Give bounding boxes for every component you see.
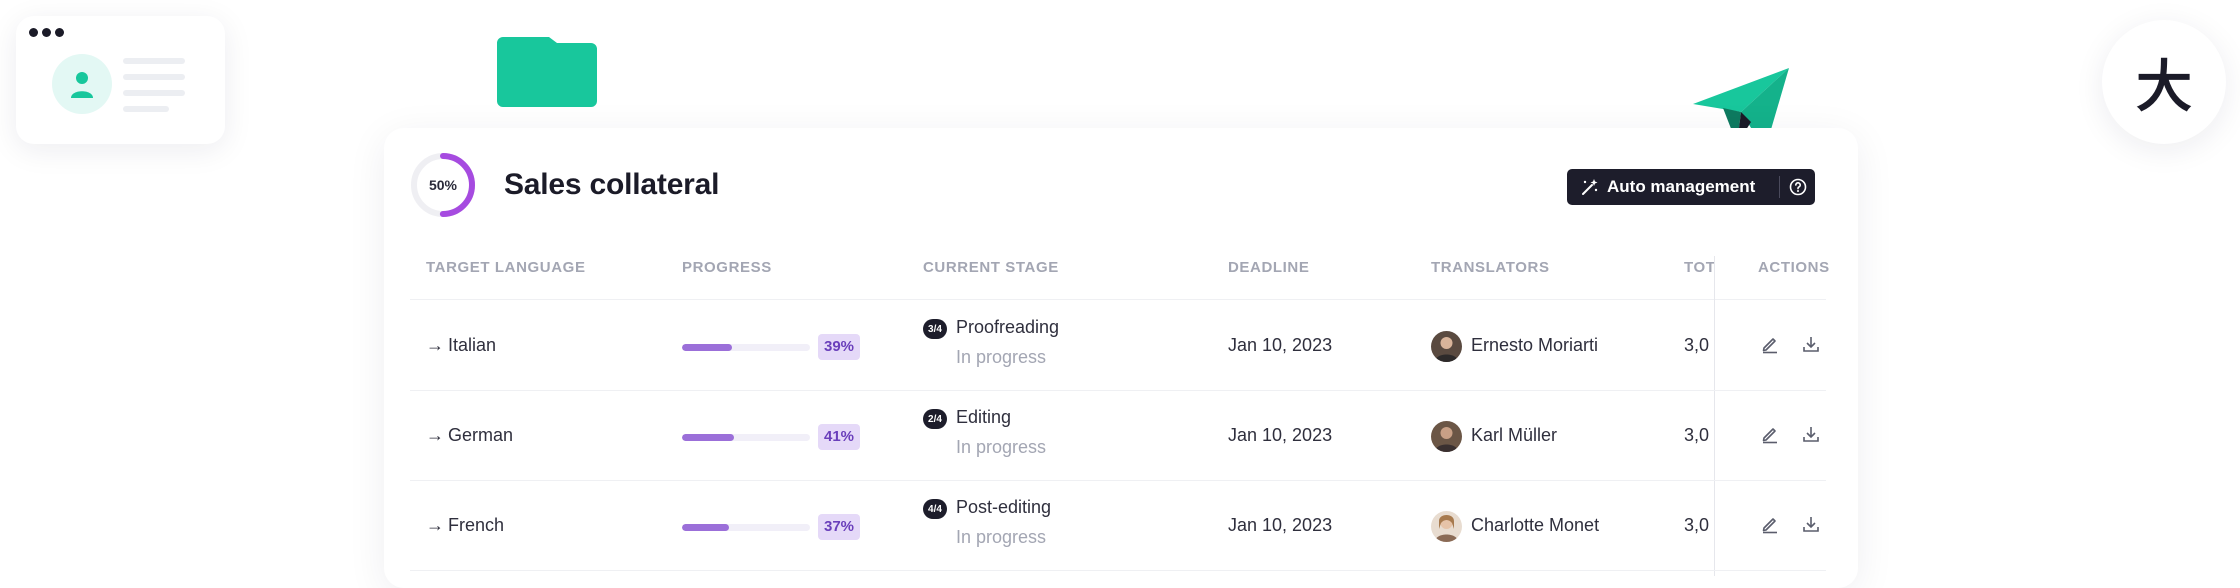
arrow-right-icon: → (426, 515, 444, 535)
user-icon (52, 54, 112, 114)
progress-bar-fill (682, 344, 732, 351)
folder-icon (495, 33, 599, 114)
button-separator (1779, 176, 1780, 198)
total-value: 3,0 (1684, 425, 1710, 445)
auto-management-label: Auto management (1607, 177, 1756, 196)
progress-percent: 50% (428, 177, 458, 193)
column-total[interactable]: TOT (1684, 258, 1730, 278)
column-current-stage[interactable]: CURRENT STAGE (923, 258, 1059, 278)
translator-name[interactable]: Karl Müller (1471, 425, 1557, 446)
target-language: → Italian (426, 335, 496, 356)
translator-name[interactable]: Charlotte Monet (1471, 515, 1599, 536)
stage-name: Proofreading (956, 317, 1060, 337)
project-panel: 50% Sales collateral Auto management TAR… (384, 128, 1858, 588)
progress-badge: 41% (818, 424, 861, 450)
stage-step-badge: 4/4 (923, 499, 947, 519)
stage-step-badge: 2/4 (923, 409, 947, 429)
translator-avatar (1431, 511, 1462, 542)
translator-name[interactable]: Ernesto Moriarti (1471, 335, 1598, 356)
column-actions: ACTIONS (1758, 259, 1830, 276)
arrow-right-icon: → (426, 425, 444, 445)
language-kanji-badge: 大 (2102, 20, 2226, 144)
progress-bar-fill (682, 434, 735, 441)
progress-bar (682, 524, 810, 531)
arrow-right-icon: → (426, 335, 444, 355)
language-name: German (448, 425, 514, 445)
progress-bar (682, 344, 810, 351)
column-progress[interactable]: PROGRESS (682, 258, 772, 278)
column-translators[interactable]: TRANSLATORS (1431, 258, 1550, 278)
table-row[interactable]: → Italian 39% 3/4 Proofreading In progres… (410, 301, 1826, 391)
edit-icon[interactable] (1760, 334, 1780, 359)
text-lines-icon (123, 58, 185, 122)
progress-badge: 39% (818, 334, 861, 360)
table-row[interactable]: → German 41% 2/4 Editing In progress Jan … (410, 391, 1826, 481)
help-icon[interactable] (1789, 178, 1807, 196)
edit-icon[interactable] (1760, 424, 1780, 449)
column-deadline[interactable]: DEADLINE (1228, 258, 1309, 278)
translator-avatar (1431, 421, 1462, 452)
table-header: TARGET LANGUAGE PROGRESS CURRENT STAGE D… (410, 258, 1829, 300)
table-row[interactable]: → French 37% 4/4 Post-editing In progress… (410, 481, 1826, 571)
download-icon[interactable] (1801, 334, 1821, 359)
target-language: → French (426, 515, 504, 536)
auto-management-button[interactable]: Auto management (1567, 169, 1815, 205)
stage-status: In progress (956, 437, 1047, 457)
download-icon[interactable] (1801, 424, 1821, 449)
deadline: Jan 10, 2023 (1228, 425, 1333, 445)
stage-name: Post-editing (956, 497, 1052, 517)
total-value: 3,0 (1684, 515, 1710, 535)
progress-bar-fill (682, 524, 730, 531)
progress-badge: 37% (818, 514, 861, 540)
progress-bar (682, 434, 810, 441)
page-title: Sales collateral (504, 168, 720, 201)
language-name: Italian (448, 335, 497, 355)
total-value: 3,0 (1684, 335, 1710, 355)
column-target-language[interactable]: TARGET LANGUAGE (426, 258, 586, 278)
translator-avatar (1431, 331, 1462, 362)
deadline: Jan 10, 2023 (1228, 335, 1333, 355)
user-card-illustration (16, 16, 225, 144)
edit-icon[interactable] (1760, 514, 1780, 539)
magic-wand-icon (1581, 178, 1599, 196)
language-name: French (448, 515, 505, 535)
target-language: → German (426, 425, 513, 446)
window-dots-icon (29, 28, 64, 37)
stage-status: In progress (956, 527, 1047, 547)
stage-status: In progress (956, 347, 1047, 367)
stage-step-badge: 3/4 (923, 319, 947, 339)
download-icon[interactable] (1801, 514, 1821, 539)
stage-name: Editing (956, 407, 1012, 427)
deadline: Jan 10, 2023 (1228, 515, 1333, 535)
project-progress-ring: 50% (410, 152, 476, 218)
